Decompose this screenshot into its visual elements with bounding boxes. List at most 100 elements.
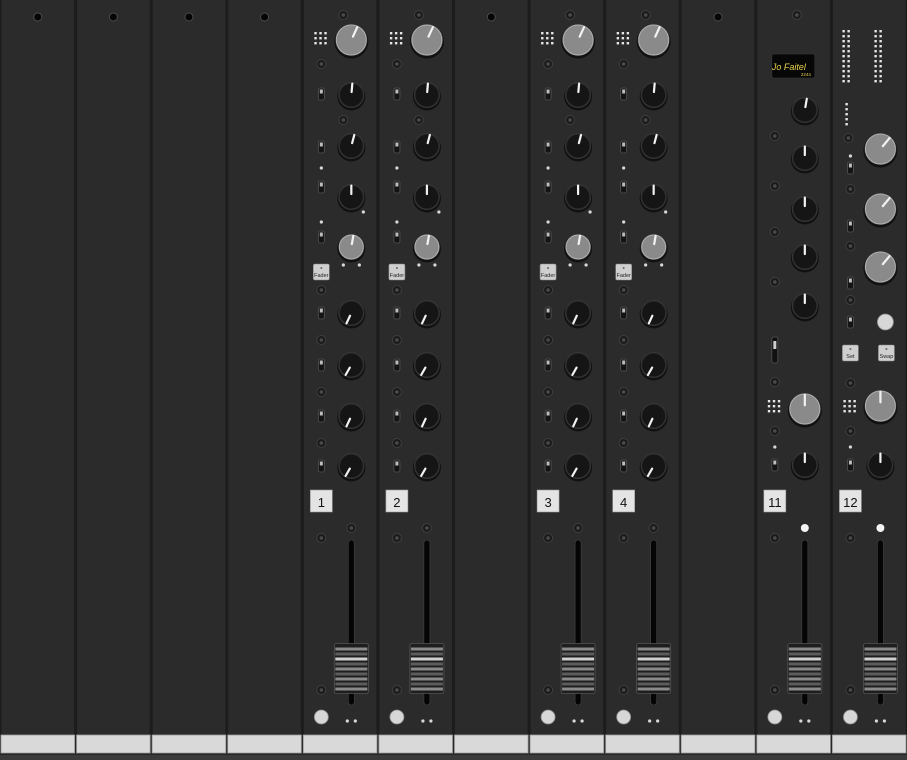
screw-center (568, 13, 572, 17)
knob-cap (414, 453, 440, 479)
meter-led (546, 37, 549, 40)
send-1-toggle[interactable] (620, 306, 628, 320)
send-1-toggle[interactable] (317, 306, 325, 320)
fader-select-button[interactable]: Fader (313, 263, 330, 281)
meter-led (772, 400, 776, 403)
panel-screw-icon (618, 533, 629, 543)
eq-low-toggle[interactable] (393, 180, 401, 194)
scribble-strip[interactable] (454, 734, 529, 754)
meter-led (879, 30, 882, 33)
screw-center (319, 390, 324, 394)
panel-screw-icon (184, 12, 194, 22)
phones-toggle[interactable] (847, 219, 854, 233)
fader-cap[interactable] (560, 643, 596, 694)
panel-screw-icon (338, 10, 349, 20)
scribble-strip[interactable] (756, 734, 831, 754)
knob-cap (641, 300, 667, 326)
send-2-toggle[interactable] (620, 358, 628, 372)
send-4-toggle[interactable] (544, 459, 552, 473)
fader-cap-ridge (335, 687, 368, 691)
swap-button[interactable]: Swap (878, 344, 895, 362)
eq-high-toggle[interactable] (620, 87, 628, 101)
blank-panel (0, 0, 76, 754)
scribble-strip[interactable] (76, 734, 151, 754)
panel-screw-icon (573, 523, 584, 533)
eq-mid-toggle[interactable] (317, 140, 325, 154)
fader-cap[interactable] (409, 643, 445, 694)
dim-toggle[interactable] (847, 315, 854, 329)
master-mode-toggle[interactable] (771, 458, 779, 472)
screw-center (395, 288, 399, 292)
blank-panel (75, 0, 152, 754)
meter-led (772, 410, 776, 413)
scribble-strip[interactable] (0, 734, 75, 754)
mute-button[interactable] (843, 709, 858, 725)
aux-toggle[interactable] (317, 230, 325, 244)
send-3-toggle[interactable] (544, 409, 552, 423)
send-2-toggle[interactable] (317, 358, 325, 372)
talkback-toggle[interactable] (847, 276, 854, 290)
fader-button-label: Fader (314, 273, 329, 279)
knob-cap (414, 133, 440, 159)
fader-cap-ridge (864, 647, 897, 651)
eq-mid-toggle[interactable] (393, 140, 401, 154)
fader-cap-ridge (637, 662, 670, 666)
panel-screw-icon (316, 685, 327, 695)
dim-button[interactable] (877, 313, 894, 331)
fader-cap-ridge (562, 677, 595, 681)
eq-low-toggle[interactable] (620, 180, 628, 194)
fader-cap-ridge (864, 657, 897, 661)
scribble-strip[interactable] (605, 734, 680, 754)
send-3-toggle[interactable] (393, 409, 401, 423)
fader-cap[interactable] (863, 643, 898, 694)
aux-toggle[interactable] (620, 230, 628, 244)
scribble-strip[interactable] (151, 734, 227, 754)
fader-cap[interactable] (636, 643, 672, 694)
eq-high-toggle[interactable] (393, 87, 401, 101)
eq-high-toggle[interactable] (544, 87, 552, 101)
scribble-strip[interactable] (680, 734, 756, 754)
mute-button[interactable] (540, 709, 556, 725)
send-4-toggle[interactable] (393, 459, 401, 473)
meter-led (394, 42, 398, 45)
send-1-toggle[interactable] (544, 306, 552, 320)
mute-button-face (313, 709, 329, 725)
fader-select-button[interactable]: Fader (388, 263, 406, 281)
fader-cap[interactable] (787, 643, 823, 694)
send-3-toggle[interactable] (317, 409, 325, 423)
scribble-strip[interactable] (378, 734, 453, 754)
eq-high-toggle[interactable] (317, 87, 325, 101)
mute-button[interactable] (389, 709, 405, 725)
output-select-switch[interactable] (771, 336, 779, 364)
monitor-toggle[interactable] (847, 161, 854, 175)
set-button[interactable]: Set (842, 344, 859, 362)
scribble-strip[interactable] (227, 734, 302, 754)
fader-button-dot (547, 267, 550, 269)
fader-cap[interactable] (333, 643, 369, 694)
eq-low-toggle[interactable] (544, 180, 552, 194)
send-2-toggle[interactable] (544, 358, 552, 372)
eq-low-toggle[interactable] (317, 180, 325, 194)
meter-led (843, 410, 846, 413)
send-3-toggle[interactable] (620, 409, 628, 423)
scribble-strip[interactable] (832, 734, 907, 754)
send-4-toggle[interactable] (317, 459, 325, 473)
panel-face (152, 0, 226, 735)
scribble-strip[interactable] (302, 734, 378, 754)
indicator-led (421, 719, 425, 723)
eq-mid-toggle[interactable] (544, 140, 552, 154)
eq-mid-toggle[interactable] (620, 140, 628, 154)
fader-select-button[interactable]: Fader (539, 263, 557, 281)
mute-button[interactable] (313, 709, 329, 725)
scribble-strip[interactable] (529, 734, 605, 754)
send-1-toggle[interactable] (393, 306, 401, 320)
fader-select-button[interactable]: Fader (615, 263, 632, 281)
mute-button[interactable] (616, 709, 632, 725)
aux-toggle[interactable] (393, 230, 401, 244)
send-4-toggle[interactable] (620, 459, 628, 473)
master-mode-toggle[interactable] (847, 458, 854, 472)
swap-button-dot (885, 348, 888, 350)
send-2-toggle[interactable] (393, 358, 401, 372)
aux-toggle[interactable] (544, 230, 552, 244)
mute-button[interactable] (767, 709, 783, 725)
